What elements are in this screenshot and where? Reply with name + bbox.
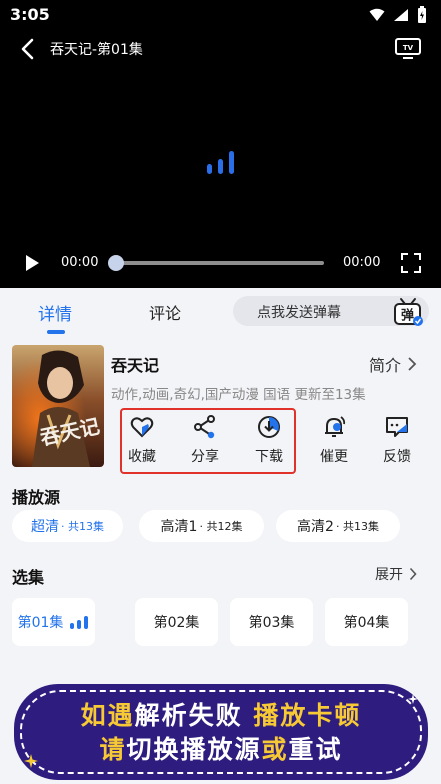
feedback-icon — [386, 417, 408, 437]
status-time: 3:05 — [10, 5, 50, 24]
chevron-right-icon — [408, 357, 417, 371]
source-name: 高清2 — [297, 519, 334, 535]
share-label: 分享 — [191, 449, 219, 465]
status-bar: 3:05 — [0, 0, 441, 30]
source-count: · 共13集 — [335, 520, 379, 533]
banner-text-emphasis: 解析失败 — [134, 701, 243, 730]
svg-text:TV: TV — [403, 44, 414, 52]
episode-chip-01[interactable]: 第01集 — [12, 598, 95, 646]
source-chip-superclear[interactable]: 超清 · 共13集 — [12, 510, 123, 542]
episode-chip-03[interactable]: 第03集 — [230, 598, 313, 646]
expand-label: 展开 — [375, 567, 403, 583]
back-arrow-icon[interactable] — [16, 36, 42, 62]
danmaku-toggle-icon[interactable]: 弹 — [392, 297, 424, 327]
episode-label: 第01集 — [17, 615, 64, 631]
download-label: 下载 — [255, 449, 283, 465]
source-name: 高清1 — [160, 519, 198, 535]
seek-bar[interactable] — [116, 261, 324, 265]
signal-icon — [394, 9, 408, 21]
banner-text: 请 — [99, 735, 127, 764]
player-titlebar: 吞天记-第01集 TV — [0, 32, 441, 64]
active-tab-indicator — [47, 330, 65, 334]
expand-episodes-link[interactable]: 展开 — [375, 564, 417, 584]
episodes-section-title: 选集 — [12, 568, 45, 587]
bell-icon — [325, 416, 346, 437]
episode-label: 第02集 — [153, 615, 200, 631]
source-chip-hd1[interactable]: 高清1 · 共12集 — [139, 510, 264, 542]
banner-text: 或 — [261, 735, 289, 764]
banner-line-2: 请切换播放源或重试 — [14, 730, 428, 766]
play-icon[interactable] — [22, 253, 42, 273]
share-icon — [194, 415, 215, 439]
feedback-button[interactable]: 反馈 — [374, 413, 420, 469]
notice-banner[interactable]: 如遇解析失败 播放卡顿 请切换播放源或重试 — [14, 684, 428, 780]
show-poster[interactable]: 吞天记 — [12, 345, 104, 467]
danmaku-input[interactable]: 点我发送弹幕 弹 — [233, 296, 429, 326]
tab-details[interactable]: 详情 — [38, 300, 72, 325]
show-title: 吞天记 — [111, 356, 160, 375]
danmaku-badge-text: 弹 — [401, 308, 414, 324]
source-count: · 共12集 — [199, 520, 243, 533]
fullscreen-icon[interactable] — [400, 252, 422, 274]
chevron-right-icon — [409, 567, 417, 581]
download-icon — [258, 416, 280, 438]
show-meta: 动作,动画,奇幻,国产动漫 国语 更新至13集 — [111, 387, 366, 403]
loading-icon — [207, 151, 234, 174]
share-button[interactable]: 分享 — [182, 413, 228, 469]
video-player[interactable]: 3:05 吞天记-第01集 TV 00:00 00:00 — [0, 0, 441, 288]
tv-cast-icon[interactable]: TV — [393, 36, 423, 60]
urge-update-button[interactable]: 催更 — [311, 413, 357, 469]
banner-line-1: 如遇解析失败 播放卡顿 — [14, 696, 428, 732]
battery-icon — [418, 6, 426, 23]
detail-tabs: 详情 评论 点我发送弹幕 弹 — [0, 288, 441, 338]
sparkle-icon — [408, 694, 418, 704]
source-count: · 共13集 — [61, 520, 104, 533]
banner-text-emphasis: 切换播放源 — [126, 735, 262, 764]
heart-icon — [130, 417, 154, 438]
source-chip-hd2[interactable]: 高清2 · 共13集 — [276, 510, 400, 542]
seek-thumb[interactable] — [108, 255, 124, 271]
wifi-icon — [369, 8, 385, 21]
intro-link[interactable]: 简介 — [369, 352, 417, 376]
danmaku-placeholder: 点我发送弹幕 — [257, 305, 341, 321]
intro-label: 简介 — [369, 356, 402, 375]
episode-chip-02[interactable]: 第02集 — [135, 598, 218, 646]
download-button[interactable]: 下载 — [246, 413, 292, 469]
tab-comments[interactable]: 评论 — [149, 300, 181, 324]
urge-update-label: 催更 — [320, 449, 348, 465]
banner-text: 播放卡顿 — [242, 701, 362, 730]
sparkle-icon — [24, 754, 38, 768]
status-icons — [369, 6, 427, 24]
episode-label: 第03集 — [248, 615, 295, 631]
episode-chip-04[interactable]: 第04集 — [325, 598, 408, 646]
favorite-label: 收藏 — [128, 449, 156, 465]
total-time: 00:00 — [343, 255, 381, 270]
source-name: 超清 — [31, 519, 59, 535]
current-time: 00:00 — [61, 255, 99, 270]
source-section-title: 播放源 — [12, 488, 61, 507]
favorite-button[interactable]: 收藏 — [119, 413, 165, 469]
feedback-label: 反馈 — [383, 449, 411, 465]
video-title: 吞天记-第01集 — [50, 42, 143, 58]
banner-text: 如遇 — [80, 701, 135, 730]
banner-text-emphasis: 重试 — [288, 735, 343, 764]
episode-label: 第04集 — [343, 615, 390, 631]
playing-indicator-icon — [70, 616, 89, 629]
player-controls: 00:00 00:00 — [0, 246, 441, 280]
